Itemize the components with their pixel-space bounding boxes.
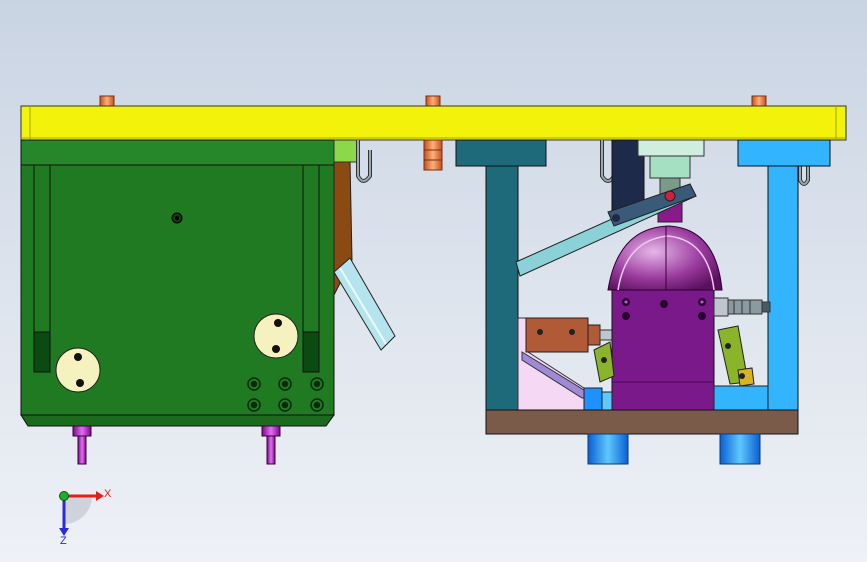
blue-feet: [587, 433, 761, 465]
clamp-jaw-left: [593, 341, 615, 383]
top-bolts: [99, 95, 767, 107]
clamp-lever[interactable]: [333, 257, 396, 351]
adjust-screw[interactable]: [713, 297, 771, 317]
purple-main-block[interactable]: [611, 289, 715, 411]
purple-dome: [607, 225, 723, 291]
blue-spacer-right: [713, 385, 769, 411]
cad-viewport[interactable]: X Z: [0, 0, 867, 562]
axis-label-z: Z: [60, 535, 67, 547]
violet-pins: [72, 425, 281, 465]
middle-bolt: [423, 139, 443, 171]
blue-spacer-left: [583, 387, 613, 411]
orientation-triad: [59, 491, 104, 536]
locator-hole-left: [55, 347, 101, 393]
clamp-jaw-right: [717, 325, 755, 387]
top-plate[interactable]: [20, 105, 847, 141]
hook-left: [356, 140, 372, 183]
locator-hole-right: [253, 313, 299, 359]
axis-label-x: X: [104, 488, 112, 500]
base-plate[interactable]: [485, 409, 799, 435]
